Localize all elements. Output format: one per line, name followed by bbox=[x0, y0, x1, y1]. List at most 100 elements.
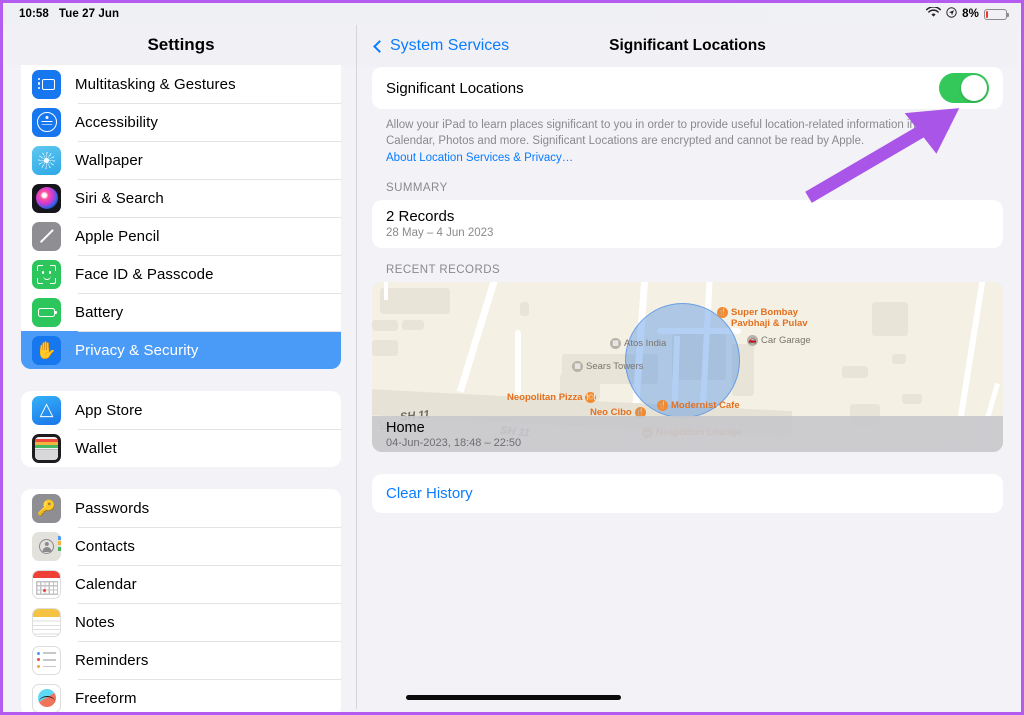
sidebar-item-label: Siri & Search bbox=[75, 189, 164, 207]
detail-panel: System Services Significant Locations Si… bbox=[356, 25, 1018, 709]
sidebar-scroll-area[interactable]: Multitasking & Gestures Accessibility Wa… bbox=[6, 65, 356, 712]
sidebar-group-stores: △ App Store Wallet bbox=[21, 391, 341, 467]
significant-locations-toggle[interactable] bbox=[939, 73, 989, 103]
navigation-bar: System Services Significant Locations bbox=[357, 25, 1018, 67]
sidebar-group-apps: 🔑 Passwords Contacts Calendar Notes Remi… bbox=[21, 489, 341, 712]
recent-record-map-card[interactable]: ▦ Atos India ▦ Sears Towers Neopolitan P… bbox=[372, 281, 1003, 452]
sidebar-item-label: Freeform bbox=[75, 689, 137, 707]
sidebar-item-label: Apple Pencil bbox=[75, 227, 160, 245]
significant-locations-row[interactable]: Significant Locations bbox=[372, 67, 1003, 109]
sidebar-title: Settings bbox=[6, 25, 356, 65]
building-pin-icon: ▦ bbox=[610, 337, 621, 349]
sidebar-item-label: Notes bbox=[75, 613, 115, 631]
app-store-icon: △ bbox=[32, 395, 61, 425]
record-subtitle: 04-Jun-2023, 18:48 – 22:50 bbox=[386, 436, 522, 449]
sidebar-item-siri-search[interactable]: Siri & Search bbox=[21, 179, 341, 217]
location-services-icon bbox=[946, 7, 957, 21]
sidebar-item-app-store[interactable]: △ App Store bbox=[21, 391, 341, 429]
status-bar: 10:58 Tue 27 Jun 8% bbox=[3, 3, 1021, 25]
clear-history-card[interactable]: Clear History bbox=[372, 473, 1003, 513]
sidebar-item-label: Multitasking & Gestures bbox=[75, 75, 236, 93]
sidebar-item-label: Wallpaper bbox=[75, 151, 143, 169]
about-location-privacy-link[interactable]: About Location Services & Privacy… bbox=[386, 152, 573, 164]
ipad-screen: 10:58 Tue 27 Jun 8% Settings Multitaskin… bbox=[0, 0, 1024, 715]
sidebar-item-battery[interactable]: Battery bbox=[21, 293, 341, 331]
sidebar-item-wallpaper[interactable]: Wallpaper bbox=[21, 141, 341, 179]
record-title: Home bbox=[386, 419, 425, 436]
record-footer[interactable]: Home 04-Jun-2023, 18:48 – 22:50 bbox=[372, 415, 1003, 452]
toggle-knob bbox=[961, 75, 987, 101]
sidebar-item-label: Passwords bbox=[75, 499, 150, 517]
summary-date-range: 28 May – 4 Jun 2023 bbox=[386, 226, 494, 239]
sidebar-item-notes[interactable]: Notes bbox=[21, 603, 341, 641]
sidebar-item-calendar[interactable]: Calendar bbox=[21, 565, 341, 603]
recent-records-section-header: RECENT RECORDS bbox=[386, 263, 501, 276]
sidebar-item-label: Battery bbox=[75, 303, 124, 321]
siri-icon bbox=[32, 183, 61, 213]
sidebar-group-system: Multitasking & Gestures Accessibility Wa… bbox=[21, 65, 341, 369]
chevron-left-icon bbox=[373, 39, 386, 53]
summary-card[interactable]: 2 Records 28 May – 4 Jun 2023 bbox=[372, 199, 1003, 248]
passwords-key-icon: 🔑 bbox=[32, 493, 61, 523]
sidebar-item-reminders[interactable]: Reminders bbox=[21, 641, 341, 679]
battery-icon bbox=[32, 297, 61, 327]
battery-low-icon bbox=[984, 8, 1009, 20]
wallet-icon bbox=[32, 433, 61, 463]
privacy-hand-icon: ✋ bbox=[32, 335, 61, 365]
status-time: 10:58 bbox=[19, 8, 49, 20]
significant-locations-label: Significant Locations bbox=[386, 79, 524, 97]
detail-content: Significant Locations Allow your iPad to… bbox=[357, 67, 1018, 513]
sidebar-item-label: App Store bbox=[75, 401, 143, 419]
sidebar-item-label: Calendar bbox=[75, 575, 137, 593]
reminders-icon bbox=[32, 645, 61, 675]
map-poi: 🚗 Car Garage bbox=[747, 334, 811, 346]
map-poi: 🍴 Super Bombay Pavbhaji & Pulav bbox=[717, 306, 808, 330]
sidebar-item-wallet[interactable]: Wallet bbox=[21, 429, 341, 467]
sidebar-item-freeform[interactable]: Freeform bbox=[21, 679, 341, 712]
settings-sidebar[interactable]: Settings Multitasking & Gestures Accessi… bbox=[6, 25, 356, 712]
clear-history-button[interactable]: Clear History bbox=[372, 474, 1003, 513]
sidebar-item-contacts[interactable]: Contacts bbox=[21, 527, 341, 565]
sidebar-item-accessibility[interactable]: Accessibility bbox=[21, 103, 341, 141]
map-poi: ▦ Atos India bbox=[610, 337, 666, 349]
restaurant-pin-icon: 🍴 bbox=[717, 306, 728, 318]
summary-row[interactable]: 2 Records 28 May – 4 Jun 2023 bbox=[372, 200, 1003, 248]
wifi-icon bbox=[926, 6, 942, 21]
back-button[interactable]: System Services bbox=[373, 37, 510, 55]
sidebar-item-label: Privacy & Security bbox=[75, 341, 199, 359]
restaurant-pin-icon: 🍴 bbox=[657, 399, 668, 411]
sidebar-item-label: Face ID & Passcode bbox=[75, 265, 214, 283]
sidebar-item-label: Wallet bbox=[75, 439, 117, 457]
accessibility-icon bbox=[32, 107, 61, 137]
face-id-icon bbox=[32, 259, 61, 289]
back-button-label: System Services bbox=[390, 37, 510, 54]
contacts-icon bbox=[32, 531, 61, 561]
multitasking-icon bbox=[32, 69, 61, 99]
map-poi: ▦ Sears Towers bbox=[572, 360, 643, 372]
sidebar-item-multitasking[interactable]: Multitasking & Gestures bbox=[21, 65, 341, 103]
apple-pencil-icon bbox=[32, 221, 61, 251]
map-poi: 🍴 Modernist Cafe bbox=[657, 399, 740, 411]
summary-section-header: SUMMARY bbox=[386, 181, 448, 194]
home-indicator bbox=[406, 695, 621, 700]
status-bar-left: 10:58 Tue 27 Jun bbox=[19, 8, 119, 20]
description-text: Allow your iPad to learn places signific… bbox=[386, 119, 951, 148]
notes-icon bbox=[32, 607, 61, 637]
significant-locations-description: Allow your iPad to learn places signific… bbox=[372, 109, 1003, 166]
sidebar-item-label: Accessibility bbox=[75, 113, 158, 131]
status-date: Tue 27 Jun bbox=[58, 8, 120, 20]
sidebar-item-privacy-security[interactable]: ✋ Privacy & Security bbox=[21, 331, 341, 369]
sidebar-item-passwords[interactable]: 🔑 Passwords bbox=[21, 489, 341, 527]
significant-locations-card: Significant Locations bbox=[372, 67, 1003, 109]
building-pin-icon: ▦ bbox=[572, 360, 583, 372]
sidebar-item-label: Contacts bbox=[75, 537, 135, 555]
car-pin-icon: 🚗 bbox=[747, 334, 758, 346]
summary-records-count: 2 Records bbox=[386, 207, 455, 225]
sidebar-item-label: Reminders bbox=[75, 651, 149, 669]
restaurant-pin-icon: 🍽 bbox=[585, 391, 597, 403]
sidebar-item-apple-pencil[interactable]: Apple Pencil bbox=[21, 217, 341, 255]
sidebar-item-face-id[interactable]: Face ID & Passcode bbox=[21, 255, 341, 293]
freeform-icon bbox=[32, 683, 61, 712]
wallpaper-icon bbox=[32, 145, 61, 175]
status-bar-right: 8% bbox=[926, 6, 1009, 21]
